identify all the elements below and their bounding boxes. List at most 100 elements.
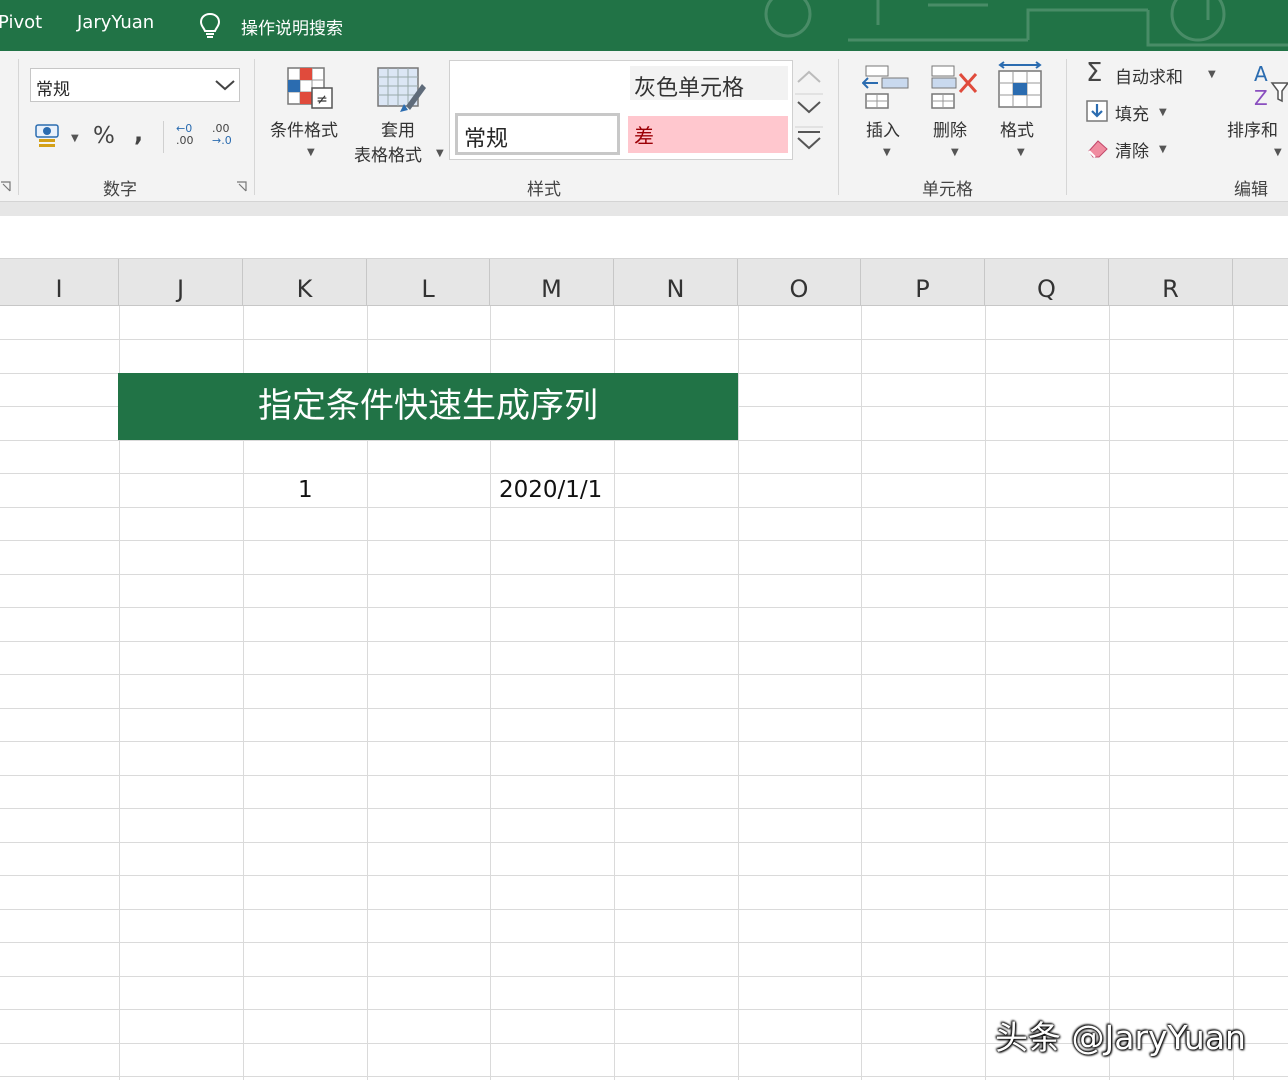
grid-row-line (0, 775, 1288, 776)
decrease-decimal-button[interactable]: .00 →.0 (212, 123, 240, 149)
svg-text:≠: ≠ (316, 92, 328, 108)
tab-pivot[interactable]: Pivot (0, 12, 42, 33)
column-header-p[interactable]: P (861, 259, 985, 305)
dialog-launcher-icon[interactable] (0, 181, 12, 193)
grid-row-line (0, 473, 1288, 474)
column-header-q[interactable]: Q (985, 259, 1109, 305)
insert-cells-icon (862, 65, 909, 109)
grid-row-line (0, 942, 1288, 943)
fill-button[interactable]: 填充 (1115, 100, 1149, 125)
conditional-format-button[interactable]: 条件格式 (270, 116, 338, 141)
column-header-j[interactable]: J (119, 259, 243, 305)
number-group-label: 数字 (103, 180, 137, 200)
style-normal[interactable]: 常规 (455, 113, 620, 155)
style-bad[interactable]: 差 (628, 116, 788, 153)
conditional-format-icon: ≠ (287, 67, 333, 109)
tell-me-search[interactable]: 操作说明搜索 (241, 14, 343, 39)
clear-arrow[interactable]: ▼ (1159, 144, 1167, 155)
group-separator (1066, 59, 1067, 195)
delete-cells-icon (931, 65, 978, 109)
fill-down-icon (1086, 100, 1108, 122)
style-gray-cell-label: 灰色单元格 (634, 76, 745, 101)
cell-m-value[interactable]: 2020/1/1 (499, 477, 602, 503)
grid-row-line (0, 909, 1288, 910)
title-bar: Pivot JaryYuan 操作说明搜索 (0, 0, 1288, 51)
merged-title-cell[interactable]: 指定条件快速生成序列 (118, 373, 738, 440)
column-header-o[interactable]: O (738, 259, 861, 305)
grid-column-line (738, 306, 739, 1080)
cell-k-value[interactable]: 1 (298, 477, 313, 503)
sort-filter-button[interactable]: 排序和 (1227, 116, 1278, 141)
delete-button[interactable]: 删除 (933, 116, 967, 141)
styles-gallery-scroll[interactable] (795, 60, 823, 160)
grid-row-line (0, 607, 1288, 608)
format-as-table-label-2[interactable]: 表格格式 (354, 141, 422, 166)
style-gray-cell[interactable]: 灰色单元格 (630, 66, 788, 101)
grid-row-line (0, 674, 1288, 675)
grid-row-line (0, 641, 1288, 642)
grid-column-line (985, 306, 986, 1080)
circuit-decoration (764, 0, 1288, 47)
column-header-i[interactable]: I (0, 259, 119, 305)
group-separator (254, 59, 255, 195)
column-header-n[interactable]: N (614, 259, 738, 305)
format-arrow[interactable]: ▼ (1017, 147, 1025, 158)
clear-button[interactable]: 清除 (1115, 137, 1149, 162)
ribbon-bottom-strip (0, 202, 1288, 216)
styles-group-label: 样式 (527, 180, 561, 200)
number-format-value: 常规 (36, 80, 70, 100)
increase-decimal-button[interactable]: ←0 .00 (176, 123, 202, 149)
inline-separator (163, 121, 164, 153)
grid-row-line (0, 507, 1288, 508)
ribbon: 常规 ▼ % , ←0 .00 .00 →.0 数字 ≠ 条件格式 ▼ 套用 表… (0, 51, 1288, 202)
group-separator (838, 59, 839, 195)
insert-arrow[interactable]: ▼ (883, 147, 891, 158)
conditional-format-arrow[interactable]: ▼ (307, 147, 315, 158)
grid-row-line (0, 875, 1288, 876)
number-format-dropdown[interactable]: 常规 (30, 68, 240, 102)
watermark: 头条 @JaryYuan (995, 1018, 1246, 1057)
grid-row-line (0, 1009, 1288, 1010)
grid-row-line (0, 741, 1288, 742)
sort-filter-arrow[interactable]: ▼ (1274, 147, 1282, 158)
insert-button[interactable]: 插入 (866, 116, 900, 141)
percent-style-button[interactable]: % (93, 123, 115, 149)
delete-arrow[interactable]: ▼ (951, 147, 959, 158)
grid-row-line (0, 574, 1288, 575)
format-button[interactable]: 格式 (1000, 116, 1034, 141)
fill-arrow[interactable]: ▼ (1159, 107, 1167, 118)
grid-row-line (0, 976, 1288, 977)
editing-group-label: 编辑 (1234, 180, 1268, 200)
comma-style-button[interactable]: , (134, 119, 143, 147)
grid-column-line (861, 306, 862, 1080)
column-header-l[interactable]: L (367, 259, 490, 305)
autosum-icon: Σ (1086, 58, 1103, 88)
grid-row-line (0, 540, 1288, 541)
tab-jaryyuan[interactable]: JaryYuan (77, 12, 154, 33)
column-header-k[interactable]: K (243, 259, 367, 305)
sort-filter-icon: A Z (1254, 63, 1288, 109)
format-as-table-arrow[interactable]: ▼ (436, 148, 444, 159)
style-bad-label: 差 (634, 124, 654, 148)
grid-column-line (1233, 306, 1234, 1080)
cell-styles-gallery: 灰色单元格 常规 差 (449, 60, 793, 160)
grid-row-line (0, 808, 1288, 809)
column-header-row: I J K L M N O P Q R (0, 259, 1288, 306)
grid-row-line (0, 339, 1288, 340)
formula-bar[interactable] (0, 216, 1288, 259)
grid-row-line (0, 440, 1288, 441)
autosum-arrow[interactable]: ▼ (1208, 69, 1216, 80)
svg-text:A: A (1254, 63, 1268, 86)
accounting-dropdown-arrow[interactable]: ▼ (71, 133, 79, 144)
style-normal-label: 常规 (464, 127, 509, 152)
column-header-r[interactable]: R (1109, 259, 1233, 305)
format-as-table-label-1[interactable]: 套用 (381, 116, 415, 141)
increase-decimal-bottom: .00 (176, 134, 194, 147)
column-header-m[interactable]: M (490, 259, 614, 305)
autosum-button[interactable]: 自动求和 (1115, 63, 1183, 88)
decrease-decimal-bottom: →.0 (212, 134, 232, 147)
accounting-format-icon[interactable] (35, 123, 65, 149)
format-as-table-icon (377, 67, 426, 112)
grid-row-line (0, 842, 1288, 843)
number-dialog-launcher-icon[interactable] (236, 181, 248, 193)
